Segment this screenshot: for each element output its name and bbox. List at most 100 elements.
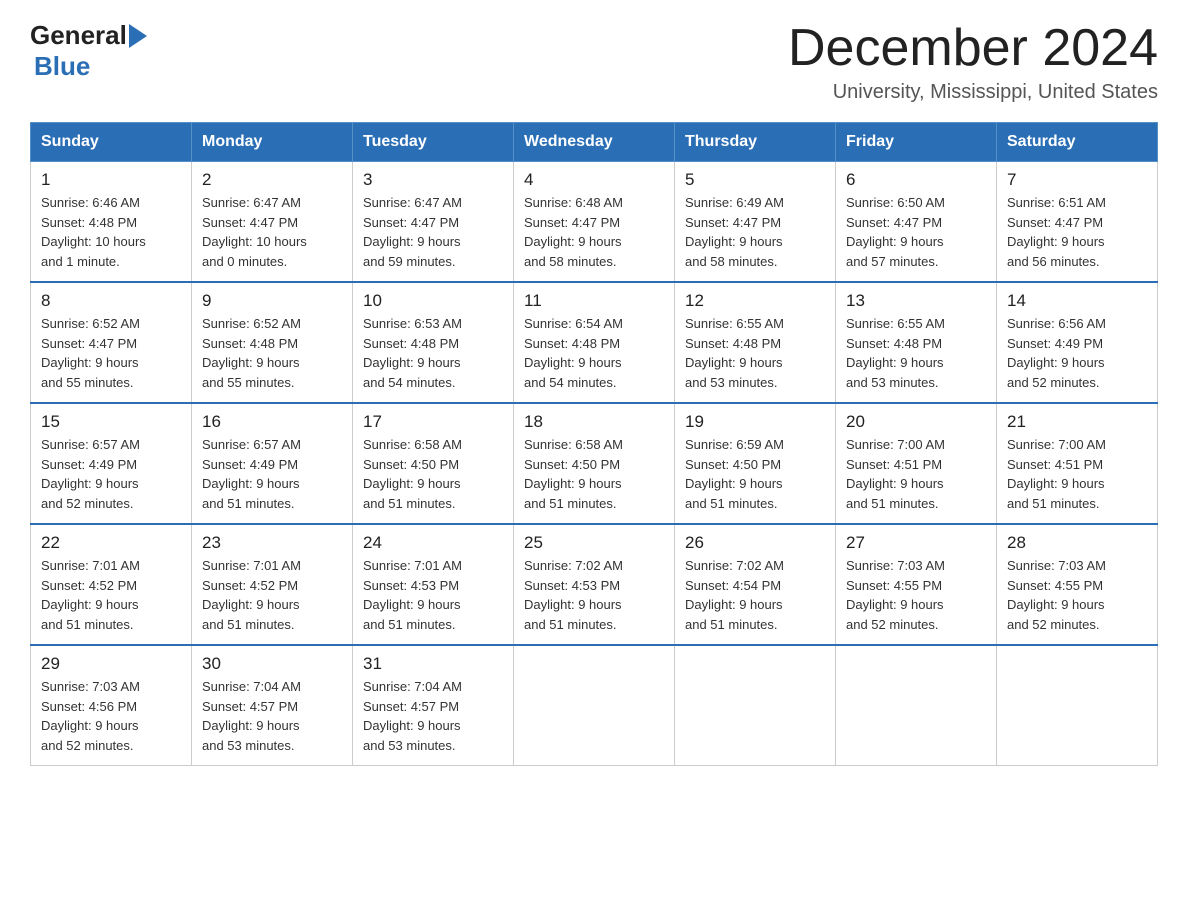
day-number: 16 (202, 412, 342, 432)
logo-arrow-icon (129, 24, 147, 48)
calendar-cell: 15 Sunrise: 6:57 AMSunset: 4:49 PMDaylig… (31, 403, 192, 524)
calendar-cell: 28 Sunrise: 7:03 AMSunset: 4:55 PMDaylig… (997, 524, 1158, 645)
calendar-cell: 3 Sunrise: 6:47 AMSunset: 4:47 PMDayligh… (353, 162, 514, 283)
day-number: 28 (1007, 533, 1147, 553)
page-title: December 2024 (788, 20, 1158, 77)
day-info: Sunrise: 7:01 AMSunset: 4:52 PMDaylight:… (202, 558, 301, 632)
calendar-week-2: 8 Sunrise: 6:52 AMSunset: 4:47 PMDayligh… (31, 282, 1158, 403)
logo-general-text: General (30, 20, 127, 51)
day-info: Sunrise: 6:46 AMSunset: 4:48 PMDaylight:… (41, 195, 146, 269)
day-number: 25 (524, 533, 664, 553)
day-info: Sunrise: 7:00 AMSunset: 4:51 PMDaylight:… (846, 437, 945, 511)
header-day-sunday: Sunday (31, 123, 192, 162)
calendar-cell: 9 Sunrise: 6:52 AMSunset: 4:48 PMDayligh… (192, 282, 353, 403)
logo: General Blue (30, 20, 147, 82)
calendar-cell: 4 Sunrise: 6:48 AMSunset: 4:47 PMDayligh… (514, 162, 675, 283)
day-number: 31 (363, 654, 503, 674)
header-day-monday: Monday (192, 123, 353, 162)
day-info: Sunrise: 6:50 AMSunset: 4:47 PMDaylight:… (846, 195, 945, 269)
day-number: 7 (1007, 170, 1147, 190)
calendar-cell: 31 Sunrise: 7:04 AMSunset: 4:57 PMDaylig… (353, 645, 514, 766)
day-number: 8 (41, 291, 181, 311)
day-info: Sunrise: 7:03 AMSunset: 4:55 PMDaylight:… (846, 558, 945, 632)
day-info: Sunrise: 6:53 AMSunset: 4:48 PMDaylight:… (363, 316, 462, 390)
day-number: 29 (41, 654, 181, 674)
calendar-cell: 24 Sunrise: 7:01 AMSunset: 4:53 PMDaylig… (353, 524, 514, 645)
calendar-week-1: 1 Sunrise: 6:46 AMSunset: 4:48 PMDayligh… (31, 162, 1158, 283)
day-number: 11 (524, 291, 664, 311)
calendar-cell: 2 Sunrise: 6:47 AMSunset: 4:47 PMDayligh… (192, 162, 353, 283)
day-info: Sunrise: 7:02 AMSunset: 4:53 PMDaylight:… (524, 558, 623, 632)
day-info: Sunrise: 6:56 AMSunset: 4:49 PMDaylight:… (1007, 316, 1106, 390)
calendar-table: SundayMondayTuesdayWednesdayThursdayFrid… (30, 122, 1158, 766)
day-info: Sunrise: 6:57 AMSunset: 4:49 PMDaylight:… (41, 437, 140, 511)
page-subtitle: University, Mississippi, United States (788, 81, 1158, 104)
day-info: Sunrise: 6:57 AMSunset: 4:49 PMDaylight:… (202, 437, 301, 511)
day-info: Sunrise: 6:58 AMSunset: 4:50 PMDaylight:… (524, 437, 623, 511)
calendar-cell: 20 Sunrise: 7:00 AMSunset: 4:51 PMDaylig… (836, 403, 997, 524)
day-number: 12 (685, 291, 825, 311)
calendar-cell: 22 Sunrise: 7:01 AMSunset: 4:52 PMDaylig… (31, 524, 192, 645)
day-info: Sunrise: 6:58 AMSunset: 4:50 PMDaylight:… (363, 437, 462, 511)
day-info: Sunrise: 6:47 AMSunset: 4:47 PMDaylight:… (202, 195, 307, 269)
day-number: 14 (1007, 291, 1147, 311)
day-info: Sunrise: 6:49 AMSunset: 4:47 PMDaylight:… (685, 195, 784, 269)
day-info: Sunrise: 6:55 AMSunset: 4:48 PMDaylight:… (846, 316, 945, 390)
calendar-cell: 10 Sunrise: 6:53 AMSunset: 4:48 PMDaylig… (353, 282, 514, 403)
day-number: 27 (846, 533, 986, 553)
calendar-cell: 21 Sunrise: 7:00 AMSunset: 4:51 PMDaylig… (997, 403, 1158, 524)
header-row: SundayMondayTuesdayWednesdayThursdayFrid… (31, 123, 1158, 162)
day-number: 21 (1007, 412, 1147, 432)
calendar-cell (514, 645, 675, 766)
day-info: Sunrise: 7:03 AMSunset: 4:55 PMDaylight:… (1007, 558, 1106, 632)
logo-blue-text: Blue (34, 51, 90, 81)
day-number: 30 (202, 654, 342, 674)
calendar-cell: 30 Sunrise: 7:04 AMSunset: 4:57 PMDaylig… (192, 645, 353, 766)
header-day-wednesday: Wednesday (514, 123, 675, 162)
header-day-saturday: Saturday (997, 123, 1158, 162)
calendar-cell: 26 Sunrise: 7:02 AMSunset: 4:54 PMDaylig… (675, 524, 836, 645)
day-info: Sunrise: 7:03 AMSunset: 4:56 PMDaylight:… (41, 679, 140, 753)
calendar-week-5: 29 Sunrise: 7:03 AMSunset: 4:56 PMDaylig… (31, 645, 1158, 766)
calendar-cell: 7 Sunrise: 6:51 AMSunset: 4:47 PMDayligh… (997, 162, 1158, 283)
day-number: 10 (363, 291, 503, 311)
day-number: 26 (685, 533, 825, 553)
day-number: 20 (846, 412, 986, 432)
calendar-cell: 14 Sunrise: 6:56 AMSunset: 4:49 PMDaylig… (997, 282, 1158, 403)
calendar-cell: 16 Sunrise: 6:57 AMSunset: 4:49 PMDaylig… (192, 403, 353, 524)
day-number: 3 (363, 170, 503, 190)
calendar-cell: 19 Sunrise: 6:59 AMSunset: 4:50 PMDaylig… (675, 403, 836, 524)
calendar-cell (675, 645, 836, 766)
day-number: 2 (202, 170, 342, 190)
day-info: Sunrise: 6:55 AMSunset: 4:48 PMDaylight:… (685, 316, 784, 390)
day-number: 22 (41, 533, 181, 553)
day-info: Sunrise: 6:48 AMSunset: 4:47 PMDaylight:… (524, 195, 623, 269)
calendar-cell: 18 Sunrise: 6:58 AMSunset: 4:50 PMDaylig… (514, 403, 675, 524)
day-number: 5 (685, 170, 825, 190)
calendar-cell: 12 Sunrise: 6:55 AMSunset: 4:48 PMDaylig… (675, 282, 836, 403)
day-number: 1 (41, 170, 181, 190)
calendar-cell: 17 Sunrise: 6:58 AMSunset: 4:50 PMDaylig… (353, 403, 514, 524)
calendar-cell: 29 Sunrise: 7:03 AMSunset: 4:56 PMDaylig… (31, 645, 192, 766)
calendar-body: 1 Sunrise: 6:46 AMSunset: 4:48 PMDayligh… (31, 162, 1158, 766)
day-info: Sunrise: 7:01 AMSunset: 4:53 PMDaylight:… (363, 558, 462, 632)
day-info: Sunrise: 6:47 AMSunset: 4:47 PMDaylight:… (363, 195, 462, 269)
page-header: General Blue December 2024 University, M… (30, 20, 1158, 104)
day-number: 23 (202, 533, 342, 553)
calendar-week-3: 15 Sunrise: 6:57 AMSunset: 4:49 PMDaylig… (31, 403, 1158, 524)
header-day-tuesday: Tuesday (353, 123, 514, 162)
calendar-cell: 1 Sunrise: 6:46 AMSunset: 4:48 PMDayligh… (31, 162, 192, 283)
day-info: Sunrise: 6:52 AMSunset: 4:47 PMDaylight:… (41, 316, 140, 390)
day-number: 19 (685, 412, 825, 432)
day-info: Sunrise: 6:59 AMSunset: 4:50 PMDaylight:… (685, 437, 784, 511)
day-number: 13 (846, 291, 986, 311)
day-info: Sunrise: 6:54 AMSunset: 4:48 PMDaylight:… (524, 316, 623, 390)
header-day-friday: Friday (836, 123, 997, 162)
day-info: Sunrise: 7:01 AMSunset: 4:52 PMDaylight:… (41, 558, 140, 632)
calendar-cell: 6 Sunrise: 6:50 AMSunset: 4:47 PMDayligh… (836, 162, 997, 283)
day-number: 4 (524, 170, 664, 190)
calendar-cell: 5 Sunrise: 6:49 AMSunset: 4:47 PMDayligh… (675, 162, 836, 283)
calendar-cell: 13 Sunrise: 6:55 AMSunset: 4:48 PMDaylig… (836, 282, 997, 403)
day-info: Sunrise: 6:51 AMSunset: 4:47 PMDaylight:… (1007, 195, 1106, 269)
calendar-cell: 27 Sunrise: 7:03 AMSunset: 4:55 PMDaylig… (836, 524, 997, 645)
